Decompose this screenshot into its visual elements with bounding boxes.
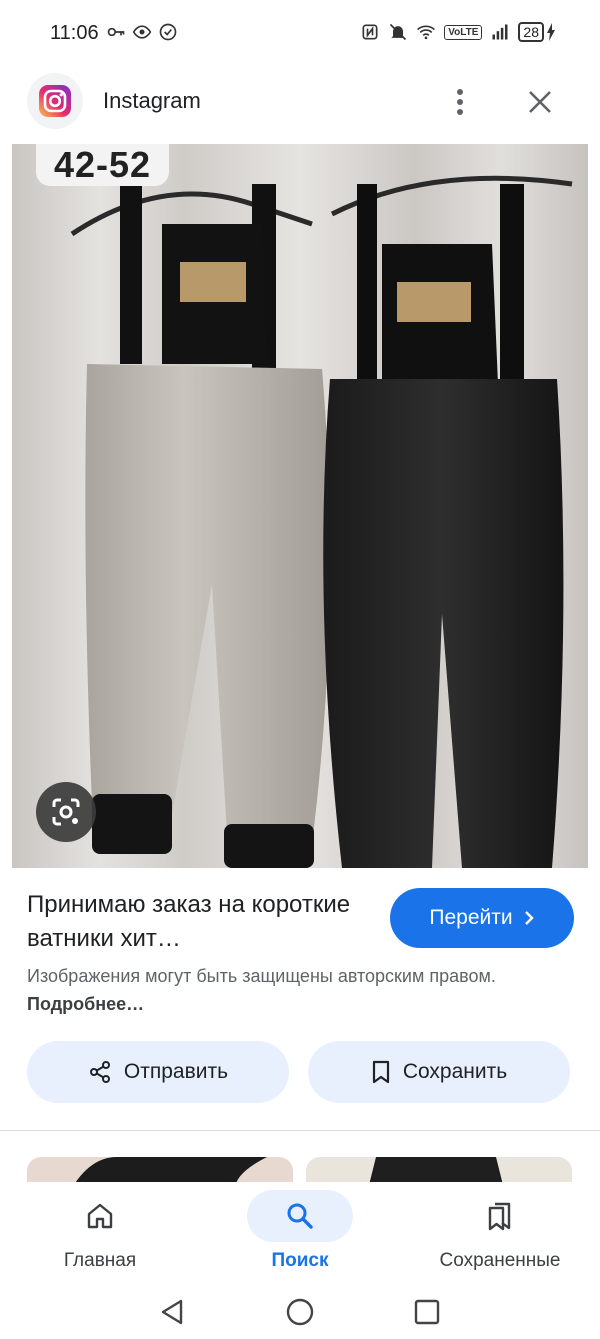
share-button[interactable]: Отправить bbox=[27, 1041, 289, 1103]
more-vert-icon[interactable] bbox=[444, 82, 476, 122]
bottom-navigation: Главная Поиск Сохраненные bbox=[0, 1182, 600, 1282]
system-navigation-bar bbox=[0, 1282, 600, 1339]
app-title[interactable]: Instagram bbox=[103, 88, 201, 114]
nav-home[interactable]: Главная bbox=[0, 1182, 200, 1282]
save-button-label: Сохранить bbox=[402, 1060, 508, 1083]
home-circle-icon[interactable] bbox=[280, 1292, 320, 1332]
product-image[interactable]: 42-52 bbox=[12, 144, 588, 868]
battery-icon: 28 bbox=[518, 22, 556, 42]
instagram-icon[interactable] bbox=[27, 73, 83, 129]
close-icon[interactable] bbox=[520, 82, 560, 122]
learn-more-link[interactable]: Подробнее… bbox=[27, 994, 144, 1014]
size-overlay-text: 42-52 bbox=[36, 144, 170, 186]
nav-search[interactable]: Поиск bbox=[200, 1182, 400, 1282]
back-icon[interactable] bbox=[152, 1292, 192, 1332]
charging-icon bbox=[547, 23, 555, 41]
recents-icon[interactable] bbox=[407, 1292, 447, 1332]
save-button[interactable]: Сохранить bbox=[308, 1041, 570, 1103]
nav-search-label: Поиск bbox=[271, 1250, 329, 1271]
divider bbox=[0, 1130, 600, 1131]
product-photo bbox=[12, 144, 588, 868]
status-bar: 11:06 VoLTE 28 bbox=[0, 0, 600, 68]
mute-icon bbox=[390, 23, 407, 41]
status-time: 11:06 bbox=[50, 22, 99, 44]
share-button-label: Отправить bbox=[123, 1060, 229, 1083]
check-circle-icon bbox=[159, 23, 177, 41]
nav-saved-label: Сохраненные bbox=[439, 1250, 561, 1271]
chevron-right-icon bbox=[524, 911, 534, 925]
home-icon bbox=[87, 1203, 113, 1229]
volte-icon: VoLTE bbox=[444, 24, 483, 40]
battery-level: 28 bbox=[518, 22, 544, 42]
bookmark-icon bbox=[372, 1060, 389, 1084]
result-title[interactable]: Принимаю заказ на короткие ватники хит… bbox=[27, 888, 367, 956]
share-icon bbox=[89, 1061, 110, 1083]
visit-button-label: Перейти bbox=[429, 906, 513, 929]
copyright-text: Изображения могут быть защищены авторски… bbox=[27, 966, 496, 986]
bookmarks-icon bbox=[488, 1202, 511, 1231]
nav-home-label: Главная bbox=[63, 1250, 137, 1271]
key-icon bbox=[107, 27, 125, 37]
visit-button[interactable]: Перейти bbox=[390, 888, 574, 948]
copyright-notice: Изображения могут быть защищены авторски… bbox=[27, 962, 567, 1018]
lens-icon[interactable] bbox=[36, 782, 96, 842]
eye-icon bbox=[132, 25, 152, 39]
nav-saved[interactable]: Сохраненные bbox=[400, 1182, 600, 1282]
search-icon bbox=[287, 1203, 313, 1229]
nfc-icon bbox=[362, 24, 378, 40]
wifi-icon bbox=[417, 25, 436, 40]
signal-icon bbox=[492, 24, 508, 40]
app-header: Instagram bbox=[0, 68, 600, 144]
